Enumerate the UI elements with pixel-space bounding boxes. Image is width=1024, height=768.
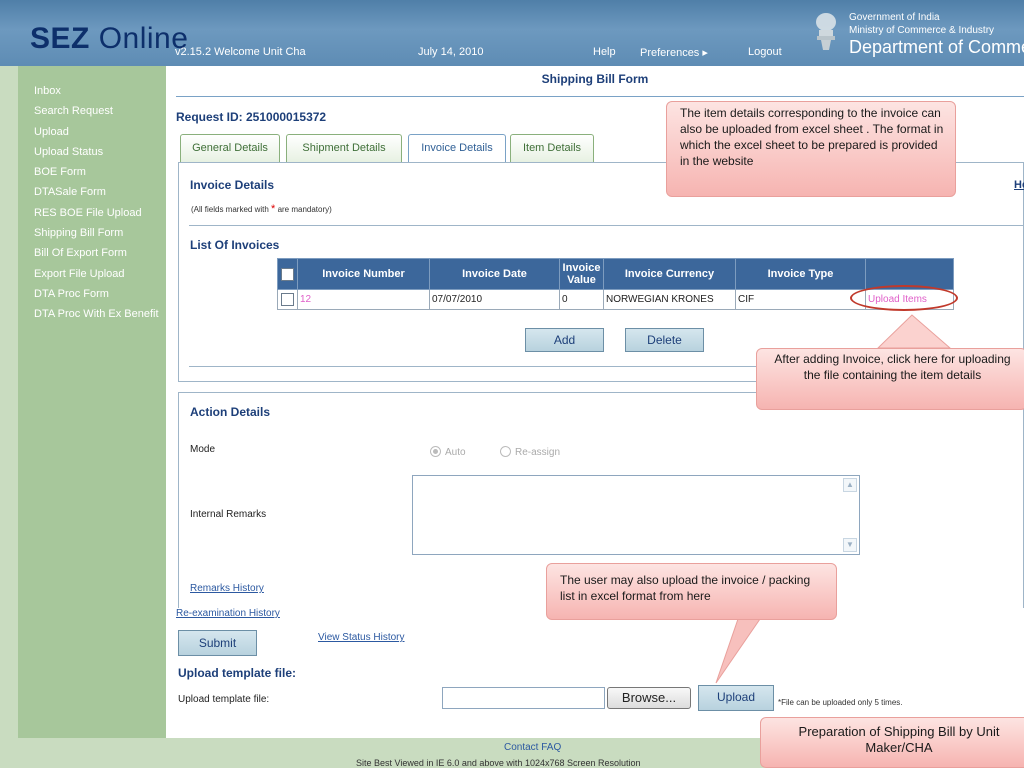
logout-link[interactable]: Logout (748, 46, 782, 58)
tab-general-details[interactable]: General Details (180, 134, 280, 162)
app-header: SEZ Online v2.15.2 Welcome Unit Cha July… (0, 0, 1024, 66)
mandatory-note: (All fields marked with * are mandatory) (191, 203, 332, 215)
sidebar-item-upload-status[interactable]: Upload Status (18, 142, 166, 162)
row-select-cell (277, 289, 298, 310)
help-link[interactable]: Help (593, 46, 616, 58)
mode-label: Mode (190, 444, 216, 455)
sidebar-item-bill-of-export-form[interactable]: Bill Of Export Form (18, 243, 166, 263)
remarks-history-link[interactable]: Remarks History (190, 583, 264, 594)
scroll-down-icon[interactable]: ▼ (843, 538, 857, 552)
footer-links[interactable]: Contact FAQ (504, 742, 561, 753)
page-title: Shipping Bill Form (541, 72, 649, 86)
upload-limit-note: *File can be uploaded only 5 times. (778, 698, 903, 707)
invoice-currency-cell: NORWEGIAN KRONES (603, 289, 736, 310)
radio-icon (500, 446, 511, 457)
internal-remarks-textarea[interactable]: ▲ ▼ (412, 475, 860, 555)
upload-items-highlight (850, 285, 958, 311)
col-invoice-currency: Invoice Currency (603, 258, 736, 290)
sidebar-item-inbox[interactable]: Inbox (18, 81, 166, 101)
col-invoice-value: Invoice Value (559, 258, 604, 290)
list-of-invoices-heading: List Of Invoices (190, 238, 280, 252)
tab-invoice-details[interactable]: Invoice Details (408, 134, 506, 162)
sidebar-item-res-boe-file-upload[interactable]: RES BOE File Upload (18, 203, 166, 223)
request-id: Request ID: 251000015372 (176, 110, 327, 124)
footer-note: Site Best Viewed in IE 6.0 and above wit… (356, 758, 641, 768)
sidebar-item-boe-form[interactable]: BOE Form (18, 162, 166, 182)
reexamination-history-link[interactable]: Re-examination History (176, 608, 280, 619)
scroll-up-icon[interactable]: ▲ (843, 478, 857, 492)
file-path-input[interactable] (442, 687, 605, 709)
invoice-value-cell: 0 (559, 289, 604, 310)
select-all-checkbox[interactable] (281, 267, 294, 281)
col-invoice-date: Invoice Date (429, 258, 560, 290)
version-welcome-text: v2.15.2 Welcome Unit Cha (175, 46, 306, 58)
sidebar-item-dta-proc-ex-benefit[interactable]: DTA Proc With Ex Benefit (18, 304, 166, 324)
invoice-type-cell: CIF (735, 289, 866, 310)
view-status-history-link[interactable]: View Status History (318, 632, 405, 643)
select-all-header (277, 258, 298, 290)
mode-reassign-option[interactable]: Re-assign (500, 446, 560, 458)
upload-template-heading: Upload template file: (178, 666, 297, 680)
sidebar-item-dtasale-form[interactable]: DTASale Form (18, 182, 166, 202)
sez-online-logo: SEZ Online (30, 22, 189, 55)
mode-auto-option[interactable]: Auto (430, 446, 466, 458)
section-divider (189, 225, 1024, 226)
callout-item-details-excel: The item details corresponding to the in… (666, 101, 956, 197)
current-date: July 14, 2010 (418, 46, 484, 58)
invoice-number-link[interactable]: 12 (297, 289, 430, 310)
sidebar-item-search-request[interactable]: Search Request (18, 101, 166, 121)
delete-button[interactable]: Delete (625, 328, 704, 352)
sidebar-nav: Inbox Search Request Upload Upload Statu… (18, 66, 166, 738)
upload-button[interactable]: Upload (698, 685, 774, 711)
department-text: Department of Commerce (849, 37, 1024, 57)
internal-remarks-label: Internal Remarks (190, 509, 267, 520)
add-button[interactable]: Add (525, 328, 604, 352)
sidebar-item-upload[interactable]: Upload (18, 122, 166, 142)
invoice-date-cell: 07/07/2010 (429, 289, 560, 310)
invoice-details-heading: Invoice Details (190, 178, 275, 192)
ministry-text: Ministry of Commerce & Industry (849, 25, 995, 36)
sidebar-item-dta-proc-form[interactable]: DTA Proc Form (18, 284, 166, 304)
tab-shipment-details[interactable]: Shipment Details (286, 134, 402, 162)
callout-upload-invoice: The user may also upload the invoice / p… (546, 563, 837, 620)
national-emblem-icon (816, 13, 836, 50)
radio-icon (430, 446, 441, 457)
submit-button[interactable]: Submit (178, 630, 257, 656)
callout-upload-items: After adding Invoice, click here for upl… (756, 348, 1024, 410)
sidebar-item-shipping-bill-form[interactable]: Shipping Bill Form (18, 223, 166, 243)
row-checkbox[interactable] (281, 293, 294, 306)
gov-india-text: Government of India (849, 12, 940, 23)
help-link-panel[interactable]: He (1014, 179, 1024, 191)
browse-button[interactable]: Browse... (607, 687, 691, 709)
col-invoice-type: Invoice Type (735, 258, 866, 290)
title-divider (176, 96, 1024, 97)
sidebar-item-export-file-upload[interactable]: Export File Upload (18, 264, 166, 284)
col-invoice-number: Invoice Number (297, 258, 430, 290)
upload-template-label: Upload template file: (178, 694, 270, 705)
action-details-heading: Action Details (190, 405, 271, 419)
preferences-menu[interactable]: Preferences ▸ (640, 46, 708, 59)
tab-item-details[interactable]: Item Details (510, 134, 594, 162)
callout-preparation: Preparation of Shipping Bill by Unit Mak… (760, 717, 1024, 768)
